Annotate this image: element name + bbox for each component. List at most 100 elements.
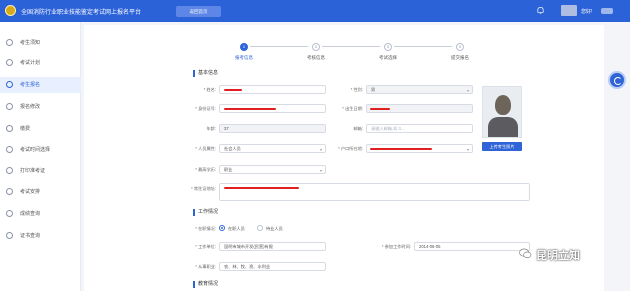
edit-icon: [6, 81, 13, 88]
sidebar-item-score[interactable]: 成绩查询: [0, 206, 81, 222]
radio-unemployed[interactable]: [257, 225, 263, 231]
section-education-info: 教育情况: [193, 281, 218, 288]
step-3-marker: 3: [384, 43, 392, 51]
step-4-label: 提交报名: [451, 55, 469, 60]
info-icon: [6, 39, 13, 46]
sidebar: 考生须知 考试计划 考生报名 报名修改 缴费 考试时间选择 打印准考证 考试安排…: [0, 22, 81, 291]
sidebar-item-label: 打印准考证: [20, 168, 46, 174]
birth-date-label: * 出生日期:: [342, 106, 363, 111]
redaction-mark: [370, 107, 390, 110]
chevron-down-icon: ▾: [466, 88, 469, 93]
radio-employed[interactable]: [219, 225, 225, 231]
photo-body: [488, 117, 518, 137]
occupation-value: 农、林、牧、渔、水利业: [224, 264, 271, 269]
app-title: 全国消防行业职业技能鉴定考试网上报名平台: [21, 10, 142, 16]
certificate-icon: [6, 232, 13, 239]
redaction-mark: [370, 147, 432, 150]
user-menu-chevron-icon[interactable]: [601, 8, 613, 14]
calendar-icon: [6, 59, 13, 66]
work-start-input[interactable]: 2014-06-05: [414, 242, 530, 251]
schedule-icon: [6, 188, 13, 195]
step-divider: [322, 46, 380, 47]
id-number-label: * 身份证号:: [195, 106, 216, 111]
email-placeholder: 请输入邮箱,如 3...: [371, 126, 405, 131]
sidebar-item-label: 考试时间选择: [20, 147, 51, 153]
category-label: * 人员属性:: [195, 146, 216, 151]
sidebar-item-print-ticket[interactable]: 打印准考证: [0, 163, 81, 179]
radio-unemployed-label: 待业人员: [266, 226, 283, 231]
email-input[interactable]: 请输入邮箱,如 3...: [366, 124, 473, 133]
sidebar-item-label: 成绩查询: [20, 211, 41, 217]
avatar[interactable]: [561, 5, 577, 16]
clock-icon: [6, 146, 13, 153]
sidebar-item-label: 报名修改: [20, 104, 41, 110]
gender-value: 男: [371, 87, 376, 92]
sidebar-item-certificate[interactable]: 证书查询: [0, 228, 81, 244]
hukou-label: * 户口所在地:: [338, 146, 363, 151]
sidebar-item-plan[interactable]: 考试计划: [0, 55, 81, 71]
payment-icon: [6, 125, 13, 132]
gender-select[interactable]: 男 ▾: [366, 85, 473, 94]
step-2-label: 考核信息: [307, 55, 325, 60]
section-basic-info: 基本信息: [193, 70, 218, 77]
age-value: 37: [224, 126, 229, 131]
print-icon: [6, 167, 13, 174]
step-divider: [394, 46, 452, 47]
section-work-info: 工作情况: [193, 209, 218, 216]
refresh-icon[interactable]: [608, 71, 626, 89]
company-label: * 工作单位:: [195, 244, 216, 249]
wechat-icon: [519, 248, 532, 259]
applicant-photo: [482, 86, 522, 138]
occupation-input[interactable]: 农、林、牧、渔、水利业: [219, 262, 326, 271]
education-select[interactable]: 职业 ▾: [219, 165, 326, 174]
sidebar-item-label: 考生报名: [20, 82, 41, 88]
step-1-marker: 1: [240, 43, 248, 51]
gender-label: * 性别:: [350, 87, 363, 92]
step-2-marker: 2: [312, 43, 320, 51]
sidebar-item-register[interactable]: 考生报名: [0, 77, 81, 93]
company-input[interactable]: 昆明市城市开发(民营)有限: [219, 242, 326, 251]
company-value: 昆明市城市开发(民营)有限: [224, 244, 273, 249]
bell-icon[interactable]: [536, 6, 545, 15]
sidebar-item-label: 考生须知: [20, 40, 41, 46]
redaction-mark: [224, 186, 299, 189]
work-start-label: * 参加工作时间:: [381, 244, 411, 249]
user-greeting[interactable]: 您好!: [581, 8, 592, 15]
work-start-value: 2014-06-05: [419, 244, 441, 249]
home-button[interactable]: 返回首页: [176, 6, 221, 17]
education-value: 职业: [224, 167, 233, 172]
sidebar-item-label: 考试计划: [20, 60, 41, 66]
age-label: 年龄:: [206, 126, 216, 131]
sidebar-item-notice[interactable]: 考生须知: [0, 35, 81, 51]
sidebar-item-exam-time[interactable]: 考试时间选择: [0, 142, 81, 158]
sidebar-item-label: 缴费: [20, 126, 31, 132]
step-progress: 1 2 3 4 报考信息 考核信息 考试选择 提交报名: [235, 43, 470, 67]
sidebar-item-modify[interactable]: 报名修改: [0, 99, 81, 115]
sidebar-item-label: 证书查询: [20, 233, 41, 239]
step-1-label: 报考信息: [235, 55, 253, 60]
radio-employed-label: 在职人员: [228, 226, 245, 231]
score-icon: [6, 210, 13, 217]
sidebar-item-schedule[interactable]: 考试安排: [0, 184, 81, 200]
logo-icon: [5, 5, 16, 16]
step-4-marker: 4: [456, 43, 464, 51]
category-value: 社会人员: [224, 146, 241, 151]
occupation-label: * 从事职业:: [195, 264, 216, 269]
step-divider: [250, 46, 308, 47]
upload-photo-button[interactable]: 上传考生照片: [482, 142, 522, 151]
document-icon: [6, 103, 13, 110]
top-bar: 全国消防行业职业技能鉴定考试网上报名平台 返回首页 您好!: [0, 0, 630, 22]
chevron-down-icon: ▾: [466, 147, 469, 152]
redaction-mark: [224, 88, 242, 91]
address-label: * 常住证地址:: [191, 186, 216, 191]
chevron-down-icon: ▾: [319, 168, 322, 173]
redaction-mark: [224, 107, 276, 110]
category-select[interactable]: 社会人员 ▾: [219, 144, 326, 153]
watermark-text: 昆明立知: [536, 250, 580, 262]
address-textarea[interactable]: [219, 183, 530, 201]
email-label: 邮箱:: [353, 126, 363, 131]
education-label: * 最高学历:: [195, 167, 216, 172]
sidebar-item-label: 考试安排: [20, 189, 41, 195]
sidebar-item-payment[interactable]: 缴费: [0, 121, 81, 137]
age-input[interactable]: 37: [219, 124, 326, 133]
